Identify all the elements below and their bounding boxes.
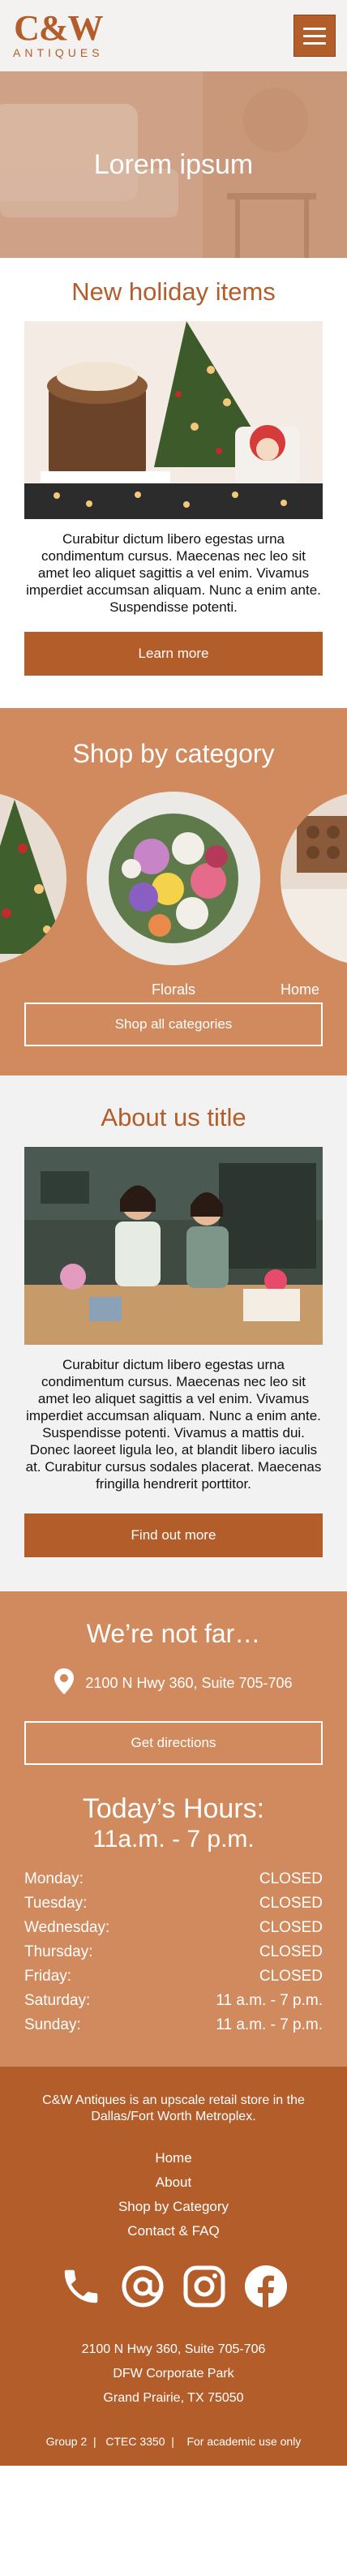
footer-link-shop-by-category[interactable]: Shop by Category — [24, 2195, 323, 2219]
hours-row-wednesday: Wednesday: CLOSED — [24, 1916, 323, 1940]
hero-title: Lorem ipsum — [93, 148, 254, 180]
category-image-holiday — [0, 792, 66, 965]
footer-address-line1: 2100 N Hwy 360, Suite 705-706 — [81, 2342, 266, 2356]
hours-day: Monday: — [24, 1870, 84, 1887]
store-address: 2100 N Hwy 360, Suite 705-706 — [85, 1675, 293, 1691]
hours-day: Thursday: — [24, 1943, 93, 1960]
hours-time: 11 a.m. - 7 p.m. — [216, 1992, 323, 2009]
hours-time: CLOSED — [259, 1895, 323, 1912]
hours-day: Saturday: — [24, 1992, 91, 2009]
email-at-icon[interactable] — [119, 2263, 166, 2310]
footer-address: 2100 N Hwy 360, Suite 705-706 DFW Corpor… — [24, 2338, 323, 2411]
hours-day: Tuesday: — [24, 1895, 88, 1912]
category-carousel[interactable]: al Florals — [0, 792, 347, 1002]
location-section: We’re not far… 2100 N Hwy 360, Suite 705… — [0, 1591, 347, 2067]
footer-link-contact-faq[interactable]: Contact & FAQ — [24, 2219, 323, 2243]
site-footer: C&W Antiques is an upscale retail store … — [0, 2067, 347, 2466]
footer-nav: Home About Shop by Category Contact & FA… — [24, 2146, 323, 2243]
hours-list: Monday: CLOSED Tuesday: CLOSED Wednesday… — [24, 1867, 323, 2037]
hours-row-friday: Friday: CLOSED — [24, 1964, 323, 1989]
holiday-text: Curabitur dictum libero egestas urna con… — [26, 531, 321, 615]
category-label-holiday: al — [0, 981, 66, 998]
hours-row-thursday: Thursday: CLOSED — [24, 1940, 323, 1964]
hours-time: CLOSED — [259, 1968, 323, 1985]
footer-link-about[interactable]: About — [24, 2170, 323, 2195]
logo-sub: ANTIQUES — [13, 46, 104, 59]
hours-day: Friday: — [24, 1968, 72, 1985]
category-image-home — [281, 792, 347, 965]
category-label-florals: Florals — [151, 981, 195, 998]
footer-description: C&W Antiques is an upscale retail store … — [42, 2093, 305, 2123]
address-row: 2100 N Hwy 360, Suite 705-706 — [24, 1668, 323, 1698]
hours-row-sunday: Sunday: 11 a.m. - 7 p.m. — [24, 2013, 323, 2037]
hours-title: Today’s Hours: — [82, 1793, 265, 1824]
holiday-image — [24, 321, 323, 519]
footer-address-line2: DFW Corporate Park — [113, 2367, 234, 2381]
about-title: About us title — [101, 1103, 246, 1131]
hours-time: 11 a.m. - 7 p.m. — [216, 2016, 323, 2033]
hours-row-monday: Monday: CLOSED — [24, 1867, 323, 1891]
shop-by-category-section: Shop by category al — [0, 708, 347, 1075]
footer-link-home[interactable]: Home — [24, 2146, 323, 2170]
about-image — [24, 1147, 323, 1345]
site-header: C&W ANTIQUES — [0, 0, 347, 71]
category-label-home: Home — [281, 981, 320, 998]
hours-day: Wednesday: — [24, 1919, 110, 1936]
logo[interactable]: C&W ANTIQUES — [13, 8, 104, 60]
instagram-icon[interactable] — [181, 2263, 228, 2310]
footer-address-line3: Grand Prairie, TX 75050 — [103, 2391, 244, 2405]
get-directions-button[interactable]: Get directions — [24, 1721, 323, 1765]
hamburger-menu-icon[interactable] — [293, 15, 336, 57]
location-title: We’re not far… — [86, 1619, 261, 1648]
map-pin-icon — [54, 1668, 75, 1698]
hours-row-saturday: Saturday: 11 a.m. - 7 p.m. — [24, 1989, 323, 2013]
hours-row-tuesday: Tuesday: CLOSED — [24, 1891, 323, 1916]
category-item-home[interactable]: Home — [281, 792, 347, 998]
holiday-title: New holiday items — [71, 277, 276, 306]
hours-today: 11a.m. - 7 p.m. — [92, 1826, 255, 1853]
category-item-holiday[interactable]: al — [0, 792, 66, 998]
social-icons — [24, 2263, 323, 2310]
hours-time: CLOSED — [259, 1870, 323, 1887]
phone-icon[interactable] — [58, 2263, 105, 2310]
category-item-florals[interactable]: Florals — [87, 792, 260, 998]
find-out-more-button[interactable]: Find out more — [24, 1513, 323, 1557]
hours-time: CLOSED — [259, 1919, 323, 1936]
hours-time: CLOSED — [259, 1943, 323, 1960]
hero-banner: Lorem ipsum — [0, 71, 347, 258]
category-title: Shop by category — [72, 739, 275, 768]
about-text: Curabitur dictum libero egestas urna con… — [25, 1357, 322, 1492]
footer-credits: Group 2 | CTEC 3350 | For academic use o… — [45, 2435, 302, 2448]
facebook-icon[interactable] — [242, 2263, 289, 2310]
shop-all-categories-button[interactable]: Shop all categories — [24, 1002, 323, 1046]
learn-more-button[interactable]: Learn more — [24, 632, 323, 676]
holiday-section: New holiday items Curabitur dictum liber… — [0, 258, 347, 708]
category-image-florals — [87, 792, 260, 965]
hours-day: Sunday: — [24, 2016, 81, 2033]
about-section: About us title Curabitur dictum libero e… — [0, 1075, 347, 1591]
logo-main: C&W — [14, 8, 103, 48]
